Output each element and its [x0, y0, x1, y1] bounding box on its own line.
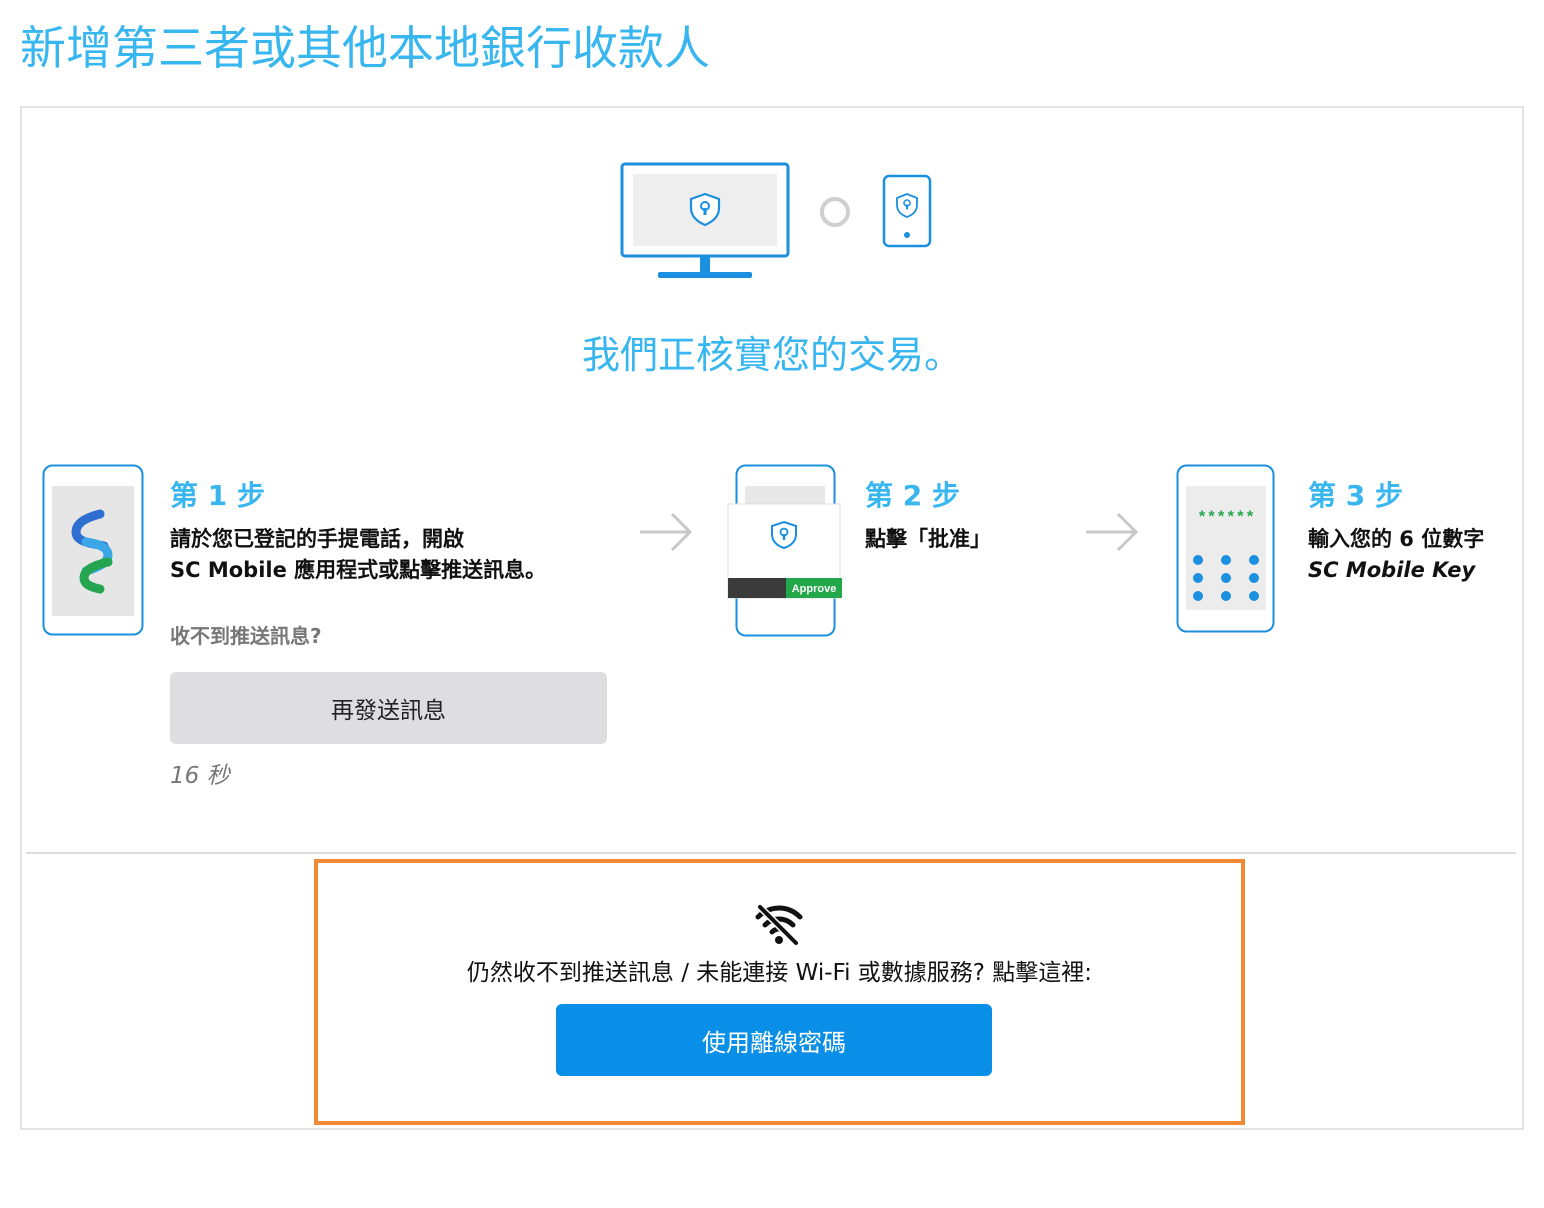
step1-text: 請於您已登記的手提電話，開啟 SC Mobile 應用程式或點擊推送訊息。	[170, 524, 546, 586]
use-offline-code-button[interactable]: 使用離線密碼	[556, 1004, 992, 1076]
phone-shield-icon	[882, 174, 932, 248]
divider	[26, 852, 1516, 854]
step1-phone-icon	[42, 464, 144, 636]
wifi-off-icon	[755, 904, 803, 946]
offline-prompt-text: 仍然收不到推送訊息 / 未能連接 Wi-Fi 或數據服務? 點擊這裡:	[466, 960, 1093, 986]
pin-mask: ******	[1197, 509, 1255, 527]
step3-title: 第 3 步	[1308, 479, 1403, 512]
arrow-right-icon	[640, 512, 693, 552]
page-title: 新增第三者或其他本地銀行收款人	[20, 21, 710, 75]
resend-message-button[interactable]: 再發送訊息	[170, 672, 607, 744]
step1-line1: 請於您已登記的手提電話，開啟	[170, 527, 464, 551]
verification-heading: 我們正核實您的交易。	[581, 333, 962, 377]
offline-option-box: 仍然收不到推送訊息 / 未能連接 Wi-Fi 或數據服務? 點擊這裡: 使用離線…	[314, 859, 1245, 1125]
arrow-right-icon	[1086, 512, 1139, 552]
approve-label: Approve	[792, 583, 837, 595]
desktop-shield-icon	[620, 162, 790, 278]
step2-title: 第 2 步	[865, 479, 960, 512]
step3-line2: SC Mobile Key	[1308, 558, 1476, 582]
step3-text: 輸入您的 6 位數字 SC Mobile Key	[1308, 524, 1484, 586]
step2-phone-icon: Approve	[727, 464, 842, 637]
resend-countdown: 16 秒	[170, 763, 230, 789]
step2-text: 點擊「批准」	[865, 527, 991, 551]
no-push-prompt: 收不到推送訊息?	[170, 624, 322, 648]
step1-line2: SC Mobile 應用程式或點擊推送訊息。	[170, 558, 547, 582]
device-choice-icons	[620, 162, 932, 278]
step3-phone-icon: ******	[1176, 464, 1275, 633]
device-radio-icon	[820, 197, 850, 227]
step3-line1: 輸入您的 6 位數字	[1308, 527, 1485, 551]
step1-title: 第 1 步	[170, 479, 265, 512]
